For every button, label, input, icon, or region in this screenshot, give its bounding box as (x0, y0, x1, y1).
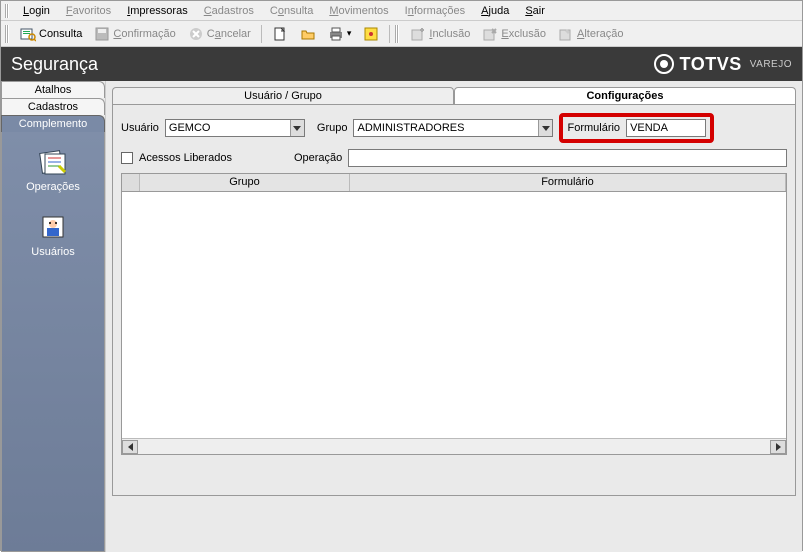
menu-login[interactable]: Login (15, 3, 58, 19)
toolbar-alteracao[interactable]: Alteração (553, 24, 628, 44)
side-panel: Operações Usuários (1, 132, 105, 552)
grupo-combo[interactable] (353, 119, 553, 137)
cancel-icon (188, 26, 204, 42)
side-item-operacoes[interactable]: Operações (26, 146, 80, 193)
usuario-input[interactable] (166, 120, 290, 136)
toolbar-cancelar[interactable]: Cancelar (183, 24, 256, 44)
toolbar-inclusao[interactable]: Inclusão (405, 24, 475, 44)
new-doc-icon (272, 26, 288, 42)
toolbar-sep-2 (389, 25, 390, 43)
toolbar-exclusao[interactable]: Exclusão (477, 24, 551, 44)
toolbar-confirmacao[interactable]: Confirmação (89, 24, 180, 44)
toolbar-grip (5, 25, 9, 43)
chevron-down-icon: ▾ (347, 28, 352, 39)
side-item-usuarios[interactable]: Usuários (31, 211, 74, 258)
side-operacoes-label: Operações (26, 181, 80, 193)
scroll-right-button[interactable] (770, 440, 786, 454)
menu-informacoes[interactable]: Informações (397, 3, 474, 19)
menu-consulta[interactable]: Consulta (262, 3, 321, 19)
toolbar-tools[interactable] (358, 24, 384, 44)
brand-icon (654, 54, 674, 74)
menu-sair[interactable]: Sair (517, 3, 553, 19)
menubar: Login Favoritos Impressoras Cadastros Co… (1, 1, 802, 21)
row-acessos-operacao: Acessos Liberados Operação (121, 149, 787, 167)
formulario-label: Formulário (567, 122, 620, 134)
usuario-label: Usuário (121, 122, 159, 134)
scroll-track[interactable] (138, 440, 770, 454)
operacao-label: Operação (294, 152, 342, 164)
toolbar-grip-2 (395, 25, 399, 43)
add-icon (410, 26, 426, 42)
grid-body[interactable] (122, 192, 786, 438)
toolbar-inclusao-label: Inclusão (429, 28, 470, 40)
operations-icon (37, 146, 69, 178)
users-icon (37, 211, 69, 243)
left-tab-complemento[interactable]: Complemento (1, 115, 105, 132)
printer-icon (328, 26, 344, 42)
menu-movimentos[interactable]: Movimentos (321, 3, 396, 19)
formulario-highlight: Formulário (559, 113, 714, 143)
acessos-liberados-checkbox[interactable] (121, 152, 133, 164)
menu-login-text: ogin (29, 5, 50, 17)
grid-col-formulario[interactable]: Formulário (350, 174, 786, 191)
toolbar-open[interactable] (295, 24, 321, 44)
search-icon (20, 26, 36, 42)
tab-usuario-grupo[interactable]: Usuário / Grupo (112, 87, 454, 104)
grid: Grupo Formulário (121, 173, 787, 455)
page-title: Segurança (11, 54, 98, 75)
usuario-dropdown-arrow[interactable] (290, 120, 304, 136)
grupo-input[interactable] (354, 120, 537, 136)
brand-logo: TOTVS VAREJO (654, 54, 792, 75)
menu-impressoras[interactable]: Impressoras (119, 3, 196, 19)
toolbar-exclusao-label: Exclusão (501, 28, 546, 40)
content-area: Usuário / Grupo Configurações Usuário Gr… (106, 81, 802, 552)
brand-text: TOTVS (680, 54, 742, 75)
menu-cadastros[interactable]: Cadastros (196, 3, 262, 19)
grupo-label: Grupo (317, 122, 348, 134)
grupo-dropdown-arrow[interactable] (538, 120, 553, 136)
left-tab-atalhos[interactable]: Atalhos (1, 81, 105, 98)
tab-configuracoes[interactable]: Configurações (454, 87, 796, 104)
toolbar-sep-1 (261, 25, 262, 43)
usuario-combo[interactable] (165, 119, 305, 137)
tab-strip: Usuário / Grupo Configurações (112, 87, 796, 104)
grid-corner (122, 174, 140, 191)
toolbar-consulta[interactable]: Consulta (15, 24, 87, 44)
toolbar-cancelar-label: Cancelar (207, 28, 251, 40)
tools-icon (363, 26, 379, 42)
toolbar-confirmacao-label: Confirmação (113, 28, 175, 40)
open-folder-icon (300, 26, 316, 42)
edit-icon (558, 26, 574, 42)
toolbar-print[interactable]: ▾ (323, 24, 357, 44)
formulario-input[interactable] (626, 119, 706, 137)
row-usuario-grupo-formulario: Usuário Grupo Formulário (121, 113, 787, 143)
toolbar: Consulta Confirmação Cancelar ▾ Inclusão… (1, 21, 802, 47)
header-band: Segurança TOTVS VAREJO (1, 47, 802, 81)
grid-hscroll[interactable] (122, 438, 786, 454)
operacao-input[interactable] (348, 149, 787, 167)
grid-header: Grupo Formulário (122, 174, 786, 192)
acessos-liberados-label: Acessos Liberados (139, 152, 232, 164)
left-column: Atalhos Cadastros Complemento Operações … (1, 81, 106, 552)
menubar-grip (5, 4, 9, 18)
save-icon (94, 26, 110, 42)
side-usuarios-label: Usuários (31, 246, 74, 258)
left-tabs: Atalhos Cadastros Complemento (1, 81, 105, 132)
scroll-left-button[interactable] (122, 440, 138, 454)
menu-favoritos[interactable]: Favoritos (58, 3, 119, 19)
config-panel: Usuário Grupo Formulário Acessos Liberad (112, 104, 796, 496)
delete-icon (482, 26, 498, 42)
toolbar-new[interactable] (267, 24, 293, 44)
grid-col-grupo[interactable]: Grupo (140, 174, 350, 191)
brand-sub: VAREJO (750, 59, 792, 70)
left-tab-cadastros[interactable]: Cadastros (1, 98, 105, 115)
main-area: Atalhos Cadastros Complemento Operações … (1, 81, 802, 552)
toolbar-alteracao-label: Alteração (577, 28, 623, 40)
menu-ajuda[interactable]: Ajuda (473, 3, 517, 19)
toolbar-consulta-label: Consulta (39, 28, 82, 40)
